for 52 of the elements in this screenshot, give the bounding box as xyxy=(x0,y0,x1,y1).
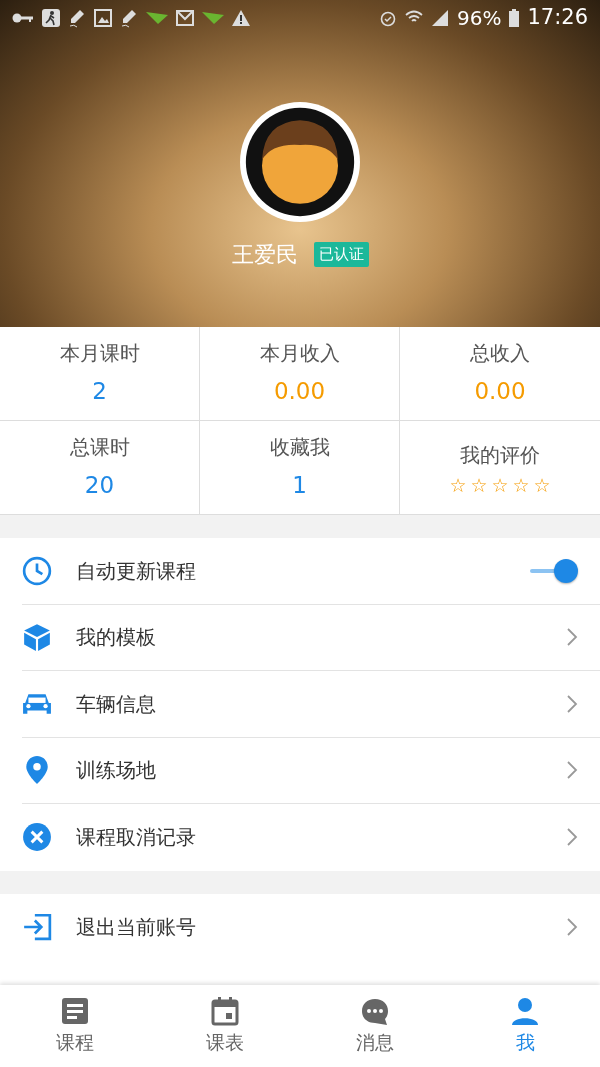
chevron-right-icon xyxy=(566,827,578,848)
toggle-switch[interactable] xyxy=(530,557,578,584)
clock-time: 17:26 xyxy=(527,4,588,32)
mail-icon xyxy=(176,10,194,26)
star-icon: ☆ xyxy=(533,476,551,495)
image-icon xyxy=(94,9,112,27)
chevron-right-icon xyxy=(566,627,578,648)
stat-value: 0.00 xyxy=(273,377,326,407)
signal-icon xyxy=(431,9,449,27)
document-icon xyxy=(60,995,90,1026)
stat-label: 总课时 xyxy=(69,434,130,462)
stat-label: 收藏我 xyxy=(269,434,330,462)
chevron-right-icon xyxy=(566,916,578,937)
runner-icon xyxy=(42,9,60,27)
chevron-right-icon xyxy=(566,693,578,714)
battery-icon xyxy=(509,9,520,27)
cube-icon xyxy=(22,622,52,653)
battery-percent: 96% xyxy=(457,5,502,32)
star-icon: ☆ xyxy=(470,476,488,495)
menu-item[interactable]: 训练场地 xyxy=(22,737,600,804)
pen-icon xyxy=(120,8,138,28)
clock-icon xyxy=(22,555,52,586)
menu-item[interactable]: 自动更新课程 xyxy=(22,538,600,605)
warning-icon xyxy=(232,10,250,26)
stat-value: 20 xyxy=(84,471,115,501)
stat-label: 总收入 xyxy=(470,340,530,368)
nav-tab[interactable]: 课表 xyxy=(150,985,300,1067)
star-icon: ☆ xyxy=(491,476,509,495)
stat-label: 本月收入 xyxy=(259,340,340,368)
pen-icon xyxy=(68,8,86,28)
menu-item[interactable]: 车辆信息 xyxy=(22,671,600,738)
cancel-icon xyxy=(22,822,52,853)
stat-label: 本月课时 xyxy=(59,340,140,368)
key-icon xyxy=(12,11,34,25)
user-name: 王爱民 xyxy=(231,241,298,269)
calendar-icon xyxy=(210,995,240,1026)
person-icon xyxy=(510,995,540,1026)
nav-tab[interactable]: 消息 xyxy=(300,985,450,1067)
stat-value: 2 xyxy=(92,377,107,407)
star-icon: ☆ xyxy=(512,476,530,495)
stat-value: 1 xyxy=(292,471,307,501)
stat-label: 我的评价 xyxy=(460,442,540,469)
stat-value: 0.00 xyxy=(474,377,526,407)
menu-item[interactable]: 课程取消记录 xyxy=(22,804,600,871)
alarm-clock-icon xyxy=(379,9,397,27)
menu-item[interactable]: 我的模板 xyxy=(22,604,600,671)
nav-tab[interactable]: 课程 xyxy=(0,985,150,1067)
nav-tab[interactable]: 我 xyxy=(450,985,600,1067)
logout-icon xyxy=(22,911,52,942)
verified-badge: 已认证 xyxy=(313,242,369,267)
star-icon: ☆ xyxy=(449,476,467,495)
chevron-right-icon xyxy=(566,760,578,781)
